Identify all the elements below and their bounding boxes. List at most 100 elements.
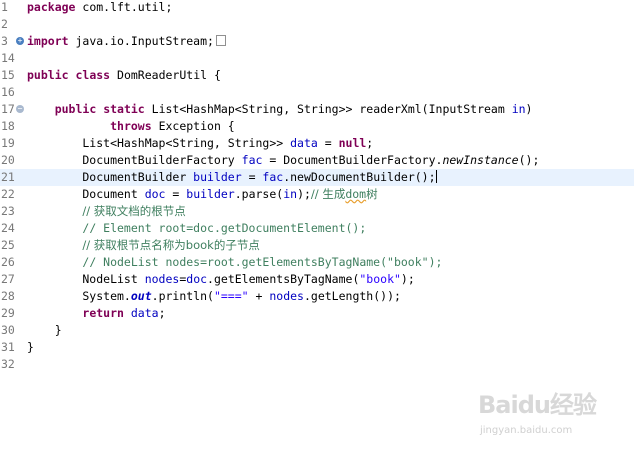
line-number: 18 — [1, 119, 15, 133]
code-token: DocumentBuilder — [27, 170, 194, 184]
code-token: dom — [345, 187, 367, 201]
line-number: 25 — [1, 238, 15, 252]
line-number: 2 — [1, 17, 8, 31]
line-number: 23 — [1, 204, 15, 218]
line-number: 15 — [1, 68, 15, 82]
code-line[interactable]: 19 List<HashMap<String, String>> data = … — [0, 135, 634, 152]
code-line[interactable]: 16 — [0, 84, 634, 101]
code-text[interactable]: public static List<HashMap<String, Strin… — [27, 101, 533, 118]
code-line[interactable]: 29 return data; — [0, 305, 634, 322]
line-number: 19 — [1, 136, 15, 150]
code-line[interactable]: 26 // NodeList nodes=root.getElementsByT… — [0, 254, 634, 271]
code-token: .parse( — [234, 187, 284, 201]
code-token: fac — [262, 170, 284, 184]
code-line[interactable]: 14 — [0, 50, 634, 67]
line-number: 27 — [1, 272, 15, 286]
code-token: Exception { — [151, 119, 235, 133]
code-text[interactable]: public class DomReaderUtil { — [27, 67, 221, 84]
code-token: // 获取根节点名称为book的子节点 — [82, 238, 260, 252]
code-text[interactable]: NodeList nodes=doc.getElementsByTagName(… — [27, 271, 415, 288]
code-text[interactable]: System.out.println("===" + nodes.getLeng… — [27, 288, 401, 305]
code-line[interactable]: 3 + import java.io.InputStream; — [0, 33, 634, 50]
code-text[interactable]: import java.io.InputStream; — [27, 33, 226, 50]
code-token: } — [27, 340, 34, 354]
code-line[interactable]: 20 DocumentBuilderFactory fac = Document… — [0, 152, 634, 169]
code-editor[interactable]: 1 package com.lft.util; 2 3 + import java.io.… — [0, 0, 634, 453]
folded-imports-icon[interactable] — [215, 35, 226, 46]
code-line[interactable]: 24 // Element root=doc.getDocumentElemen… — [0, 220, 634, 237]
code-line[interactable]: 22 Document doc = builder.parse(in);// 生… — [0, 186, 634, 203]
code-token: NodeList — [27, 272, 145, 286]
code-token: nodes — [269, 289, 304, 303]
code-token: List<HashMap<String, String>> — [27, 136, 291, 150]
code-line[interactable]: 30 } — [0, 322, 634, 339]
code-line[interactable]: 18 throws Exception { — [0, 118, 634, 135]
code-text[interactable]: // Element root=doc.getDocumentElement()… — [27, 220, 366, 237]
code-token: ); — [400, 272, 415, 286]
code-text[interactable]: } — [27, 322, 62, 339]
code-text[interactable]: } — [27, 339, 34, 356]
code-text[interactable]: DocumentBuilder builder = fac.newDocumen… — [27, 169, 437, 186]
code-token: // Element root=doc.getDocumentElement()… — [82, 221, 367, 235]
code-line[interactable]: 28 System.out.println("===" + nodes.getL… — [0, 288, 634, 305]
code-text[interactable]: // NodeList nodes=root.getElementsByTagN… — [27, 254, 442, 271]
code-token: builder — [193, 170, 242, 184]
code-line[interactable]: 25 // 获取根节点名称为book的子节点 — [0, 237, 634, 254]
code-token: "===" — [213, 289, 249, 303]
line-number: 26 — [1, 255, 15, 269]
collapse-fold-icon[interactable]: − — [16, 105, 24, 113]
code-token: = DocumentBuilderFactory. — [262, 153, 443, 167]
code-token: fac — [241, 153, 263, 167]
code-line[interactable]: 21 DocumentBuilder builder = fac.newDocu… — [0, 169, 634, 186]
code-token: .println( — [151, 289, 214, 303]
code-token: nodes — [144, 272, 180, 286]
code-token: newInstance — [442, 153, 519, 167]
watermark-logo: Baidu经验 — [478, 391, 597, 419]
code-text[interactable]: // 获取文档的根节点 — [27, 203, 186, 220]
code-token: // 生成 — [310, 187, 346, 201]
line-number: 24 — [1, 221, 15, 235]
line-number: 31 — [1, 340, 15, 354]
code-token: ); — [297, 187, 311, 201]
code-token: .getLength()); — [303, 289, 401, 303]
code-text[interactable]: // 获取根节点名称为book的子节点 — [27, 237, 260, 254]
code-text[interactable]: return data; — [27, 305, 166, 322]
line-number: 16 — [1, 85, 15, 99]
code-text[interactable]: Document doc = builder.parse(in);// 生成do… — [27, 186, 377, 203]
code-token: + — [248, 289, 270, 303]
code-token: (); — [518, 153, 540, 167]
code-token: // 获取文档的根节点 — [82, 204, 186, 218]
code-text[interactable]: throws Exception { — [27, 118, 235, 135]
line-number: 30 — [1, 323, 15, 337]
code-line[interactable]: 32 — [0, 356, 634, 373]
code-token: public — [54, 102, 97, 116]
expand-fold-icon[interactable]: + — [16, 37, 24, 45]
code-token: package — [27, 0, 76, 14]
code-line[interactable]: 15 public class DomReaderUtil { — [0, 67, 634, 84]
code-token: builder — [186, 187, 235, 201]
code-token: } — [27, 323, 62, 337]
code-line[interactable]: 2 — [0, 16, 634, 33]
code-token: class — [75, 68, 111, 82]
code-text[interactable]: DocumentBuilderFactory fac = DocumentBui… — [27, 152, 539, 169]
code-token: ; — [158, 306, 166, 320]
code-line[interactable]: 23 // 获取文档的根节点 — [0, 203, 634, 220]
code-token: List<HashMap<String, String>> readerXml(… — [144, 102, 512, 116]
code-token: ) — [525, 102, 533, 116]
code-token: data — [290, 136, 318, 150]
code-line[interactable]: 17− public static List<HashMap<String, S… — [0, 101, 634, 118]
code-line[interactable]: 31} — [0, 339, 634, 356]
code-text[interactable]: List<HashMap<String, String>> data = nul… — [27, 135, 373, 152]
code-line[interactable]: 1 package com.lft.util; — [0, 0, 634, 16]
code-token: Document — [27, 187, 145, 201]
code-token: null — [338, 136, 367, 150]
code-token: = — [317, 136, 339, 150]
code-text[interactable]: package com.lft.util; — [27, 0, 172, 16]
code-line[interactable]: 27 NodeList nodes=doc.getElementsByTagNa… — [0, 271, 634, 288]
code-token: throws — [110, 119, 152, 133]
